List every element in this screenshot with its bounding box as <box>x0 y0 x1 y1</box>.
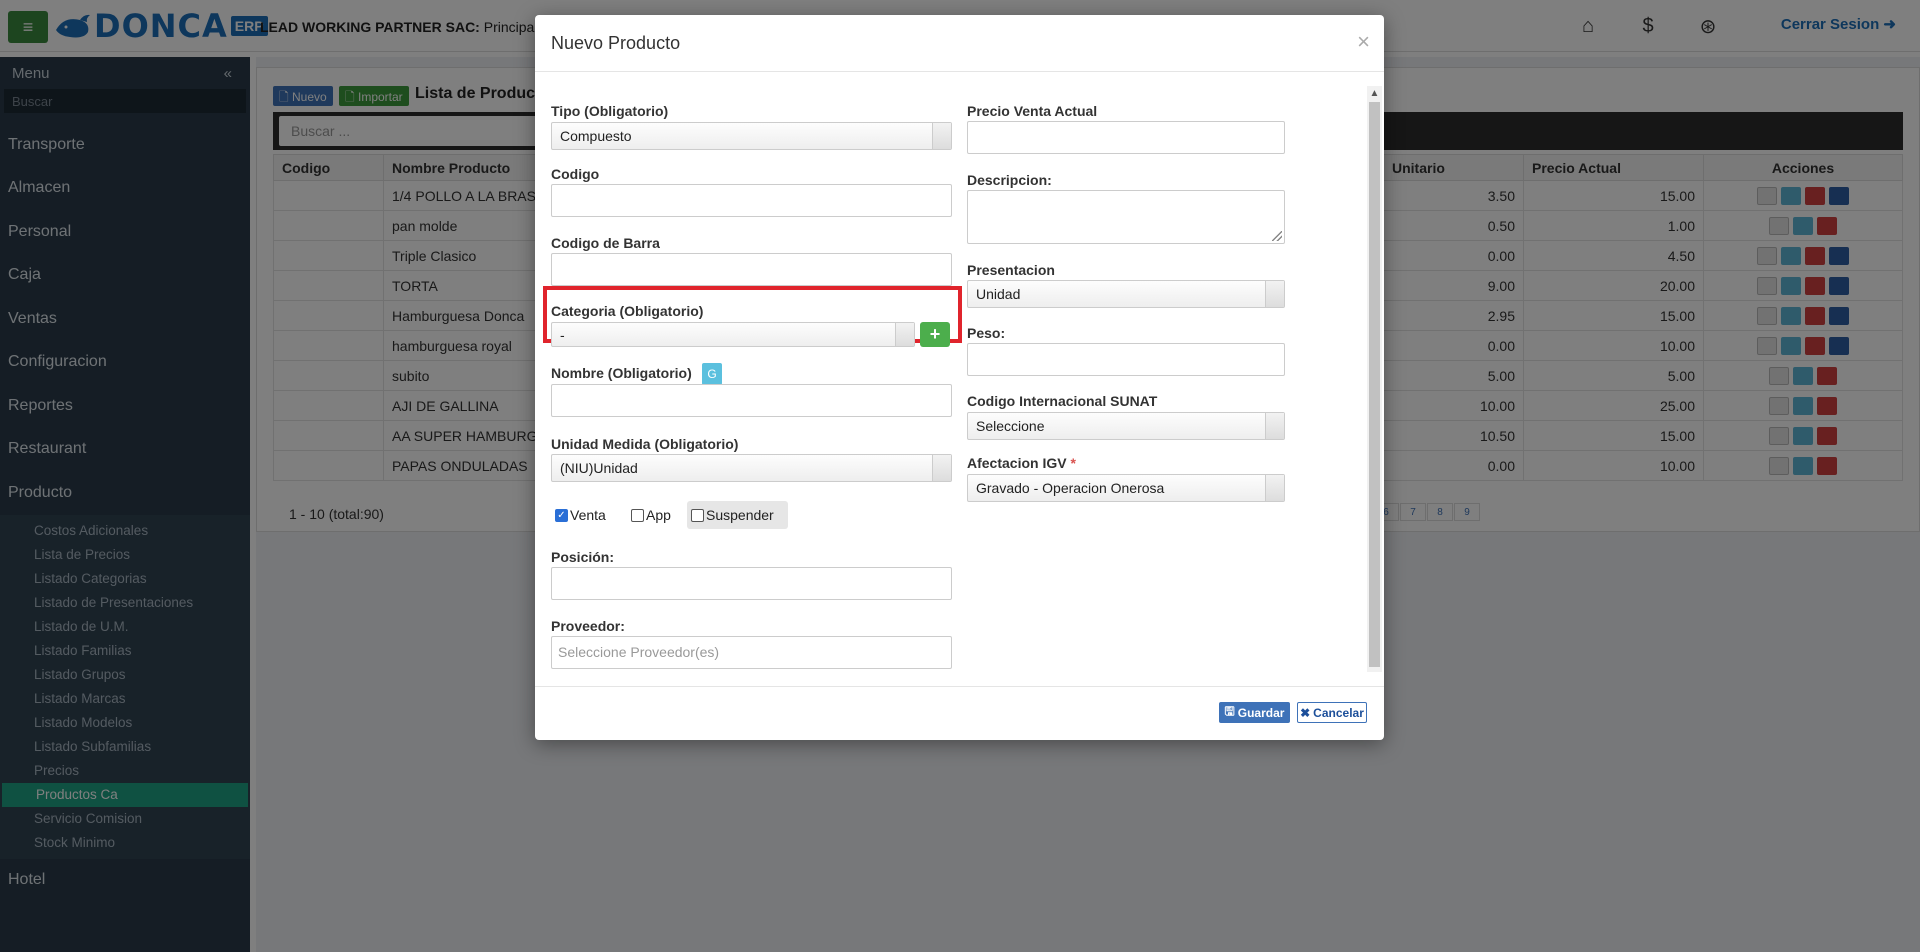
scroll-up-icon[interactable]: ▲ <box>1367 86 1382 101</box>
guardar-button[interactable]: 🖫 Guardar <box>1219 702 1290 723</box>
precio-label: Precio Venta Actual <box>967 103 1098 119</box>
presentacion-select-value: Unidad <box>976 286 1021 302</box>
codigo-barra-input[interactable] <box>551 253 952 286</box>
resize-grip-icon[interactable] <box>1272 231 1282 241</box>
nombre-input[interactable] <box>551 384 952 417</box>
dropdown-arrow-icon <box>932 123 951 149</box>
tipo-label: Tipo (Obligatorio) <box>551 103 669 119</box>
scroll-down-icon[interactable]: ▼ <box>1367 670 1382 672</box>
igv-select-value: Gravado - Operacion Onerosa <box>976 480 1165 496</box>
dropdown-arrow-icon <box>1265 413 1284 439</box>
modal-title: Nuevo Producto <box>551 33 681 53</box>
save-icon: 🖫 <box>1224 704 1235 718</box>
sunat-select-value: Seleccione <box>976 418 1045 434</box>
app-label: App <box>646 507 671 523</box>
igv-label-text: Afectacion IGV <box>967 455 1067 471</box>
proveedor-input[interactable]: Seleccione Proveedor(es) <box>551 636 952 669</box>
codigo-label: Codigo <box>551 166 600 182</box>
peso-input[interactable] <box>967 343 1285 376</box>
tipo-select-value: Compuesto <box>560 128 632 144</box>
codigo-barra-label: Codigo de Barra <box>551 235 660 251</box>
categoria-select-value: - <box>560 327 565 343</box>
app-checkbox[interactable]: App <box>627 501 675 529</box>
proveedor-label: Proveedor: <box>551 618 625 634</box>
suspender-label: Suspender <box>706 507 774 523</box>
posicion-label: Posición: <box>551 549 615 565</box>
close-icon[interactable]: × <box>1357 29 1370 55</box>
unidad-label: Unidad Medida (Obligatorio) <box>551 436 739 452</box>
descripcion-textarea[interactable] <box>967 190 1285 244</box>
scroll-thumb[interactable] <box>1369 102 1380 667</box>
modal-scrollbar[interactable]: ▲ ▼ <box>1367 86 1382 672</box>
igv-label: Afectacion IGV * <box>967 455 1076 471</box>
unidad-select[interactable]: (NIU)Unidad <box>551 454 952 482</box>
igv-select[interactable]: Gravado - Operacion Onerosa <box>967 474 1285 502</box>
categoria-label: Categoria (Obligatorio) <box>551 303 704 319</box>
nombre-label: Nombre (Obligatorio) <box>551 365 692 381</box>
posicion-input[interactable] <box>551 567 952 600</box>
sunat-select[interactable]: Seleccione <box>967 412 1285 440</box>
codigo-input[interactable] <box>551 184 952 217</box>
descripcion-label: Descripcion: <box>967 172 1052 188</box>
add-categoria-button[interactable]: + <box>920 322 950 347</box>
checkbox-checked-icon: ✓ <box>555 508 568 522</box>
checkbox-icon <box>631 508 644 522</box>
new-product-modal: Nuevo Producto × Tipo (Obligatorio) Comp… <box>535 15 1384 740</box>
presentacion-label: Presentacion <box>967 262 1055 278</box>
guardar-label: Guardar <box>1237 705 1285 720</box>
cancelar-button[interactable]: ✖ Cancelar <box>1297 702 1367 723</box>
precio-input[interactable] <box>967 121 1285 154</box>
suspender-checkbox[interactable]: Suspender <box>687 501 788 529</box>
sunat-label: Codigo Internacional SUNAT <box>967 393 1158 409</box>
generate-name-button[interactable]: G <box>702 363 722 385</box>
tipo-select[interactable]: Compuesto <box>551 122 952 150</box>
peso-label: Peso: <box>967 325 1006 341</box>
dropdown-arrow-icon <box>895 323 914 346</box>
venta-checkbox[interactable]: ✓ Venta <box>551 501 610 529</box>
dropdown-arrow-icon <box>932 455 951 481</box>
categoria-select[interactable]: - <box>551 322 915 347</box>
required-marker: * <box>1070 455 1076 471</box>
cancel-icon: ✖ <box>1300 705 1311 720</box>
checkbox-icon <box>691 508 704 522</box>
unidad-select-value: (NIU)Unidad <box>560 460 638 476</box>
presentacion-select[interactable]: Unidad <box>967 280 1285 308</box>
modal-body: Tipo (Obligatorio) Compuesto Codigo Codi… <box>535 72 1384 672</box>
dropdown-arrow-icon <box>1265 475 1284 501</box>
venta-label: Venta <box>570 507 606 523</box>
cancelar-label: Cancelar <box>1313 705 1364 720</box>
dropdown-arrow-icon <box>1265 281 1284 307</box>
